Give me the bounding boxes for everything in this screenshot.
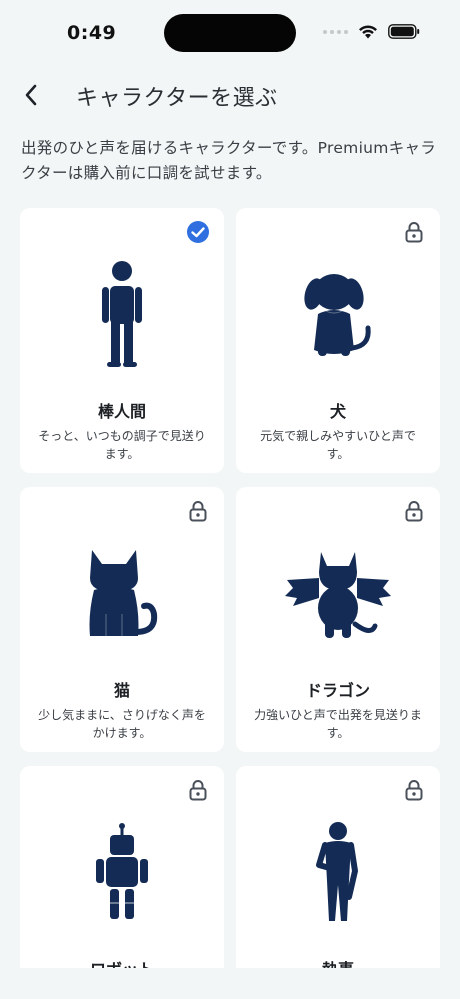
character-name: 棒人間 [97,402,146,421]
character-name: 執事 [236,956,440,968]
cat-icon [20,529,224,659]
character-description: 力強いひと声で出発を見送ります。 [254,708,422,740]
character-card-stick-person[interactable]: 棒人間 そっと、いつもの調子で見送ります。 [20,208,224,473]
lock-icon [189,501,207,522]
character-grid: 棒人間 そっと、いつもの調子で見送ります。 犬 元気で親しみやすいひと声です。 [0,0,460,968]
character-card-dragon[interactable]: ドラゴン 力強いひと声で出発を見送ります。 [236,487,440,752]
robot-icon [20,808,224,938]
character-description: 元気で親しみやすいひと声です。 [260,429,416,461]
character-name: ロボット [20,956,224,968]
character-card-cat[interactable]: 猫 少し気ままに、さりげなく声をかけます。 [20,487,224,752]
lock-icon [405,501,423,522]
character-name: 猫 [113,681,130,700]
character-card-robot[interactable]: ロボット [20,766,224,968]
character-name: ドラゴン [305,681,370,700]
lock-icon [405,780,423,801]
character-card-dog[interactable]: 犬 元気で親しみやすいひと声です。 [236,208,440,473]
stick-person-icon [20,250,224,380]
lock-icon [189,780,207,801]
dragon-icon [236,529,440,659]
checkmark-circle-icon [187,221,209,243]
character-card-butler[interactable]: 執事 [236,766,440,968]
character-name: 犬 [329,402,346,421]
butler-icon [236,808,440,938]
character-description: そっと、いつもの調子で見送ります。 [38,429,206,461]
lock-icon [405,222,423,243]
character-description: 少し気ままに、さりげなく声をかけます。 [38,708,206,740]
dog-icon [236,250,440,380]
